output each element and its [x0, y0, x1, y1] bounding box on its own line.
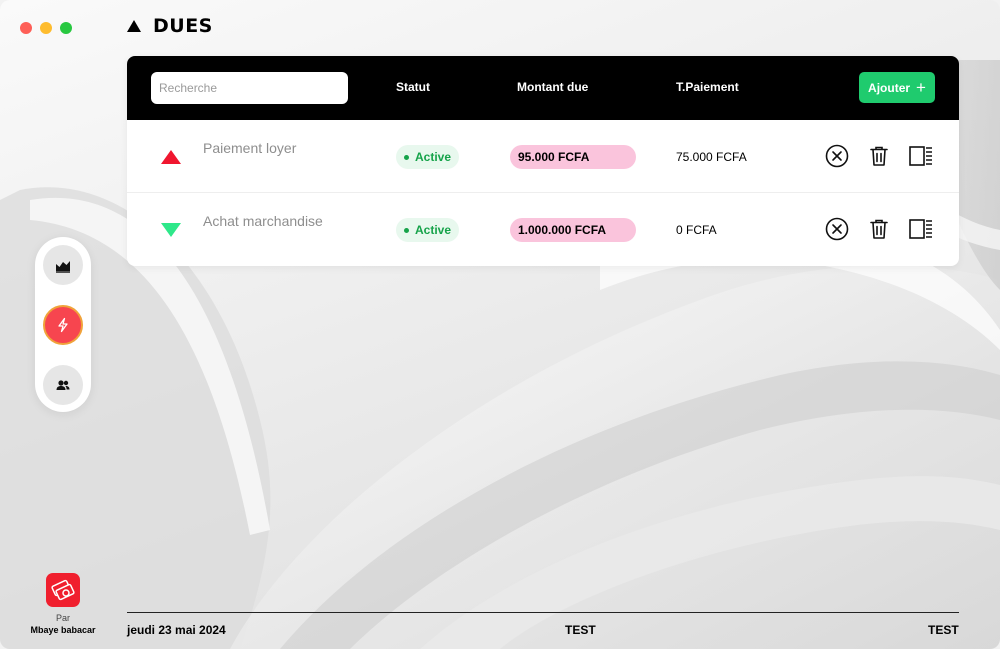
window-controls [20, 22, 72, 34]
footer-right-text: TEST [928, 623, 959, 637]
brand-author: Mbaye babacar [30, 625, 96, 635]
search-input[interactable] [151, 72, 348, 104]
add-button-label: Ajouter [868, 80, 911, 95]
amount-due-badge: 1.000.000 FCFA [510, 218, 636, 242]
row-name: Paiement loyer [203, 140, 297, 156]
nav-dashboard-button[interactable] [43, 245, 83, 285]
triangle-up-icon [127, 20, 141, 32]
nav-users-button[interactable] [43, 365, 83, 405]
close-window-button[interactable] [20, 22, 32, 34]
app-logo [46, 573, 80, 607]
maximize-window-button[interactable] [60, 22, 72, 34]
row-name: Achat marchandise [203, 213, 323, 229]
brand-block: Par Mbaye babacar [0, 573, 126, 635]
page-title: DUES [153, 15, 213, 37]
arrow-down-icon [161, 223, 181, 237]
chart-area-icon [56, 261, 70, 273]
status-badge: Active [396, 145, 460, 169]
plus-icon: + [916, 78, 926, 97]
brand-by-label: Par [55, 613, 70, 623]
status-label: Active [415, 150, 452, 164]
app-window: DUES Statut Montant due T.Paiement Ajout… [0, 0, 1000, 649]
nav-dues-button[interactable] [43, 305, 83, 345]
status-dot-icon [404, 227, 409, 233]
total-paid: 75.000 FCFA [676, 150, 747, 164]
detail-panel-icon[interactable] [909, 217, 933, 241]
add-button[interactable]: Ajouter + [859, 72, 935, 103]
footer-divider [127, 612, 959, 613]
status-dot-icon [404, 154, 409, 160]
table-row[interactable]: Achat marchandise Active 1.000.000 FCFA … [127, 193, 959, 266]
cancel-icon[interactable] [825, 217, 849, 241]
bolt-icon [58, 317, 68, 333]
table-row[interactable]: Paiement loyer Active 95.000 FCFA 75.000… [127, 120, 959, 193]
minimize-window-button[interactable] [40, 22, 52, 34]
trash-icon[interactable] [867, 217, 891, 241]
amount-due-badge: 95.000 FCFA [510, 145, 636, 169]
trash-icon[interactable] [867, 144, 891, 168]
status-badge: Active [396, 218, 460, 242]
column-header-montant: Montant due [517, 80, 589, 94]
status-label: Active [415, 223, 452, 237]
cancel-icon[interactable] [825, 144, 849, 168]
side-nav [35, 237, 91, 412]
column-header-statut: Statut [396, 80, 430, 94]
page-header: DUES [127, 15, 213, 37]
users-icon [56, 380, 70, 390]
dues-table: Statut Montant due T.Paiement Ajouter + … [127, 56, 959, 266]
column-header-tpaiement: T.Paiement [676, 80, 739, 94]
footer-date: jeudi 23 mai 2024 [127, 623, 226, 637]
table-header: Statut Montant due T.Paiement Ajouter + [127, 56, 959, 120]
money-icon [51, 579, 75, 601]
arrow-up-icon [161, 150, 181, 164]
footer-middle-text: TEST [565, 623, 596, 637]
total-paid: 0 FCFA [676, 223, 717, 237]
detail-panel-icon[interactable] [909, 144, 933, 168]
